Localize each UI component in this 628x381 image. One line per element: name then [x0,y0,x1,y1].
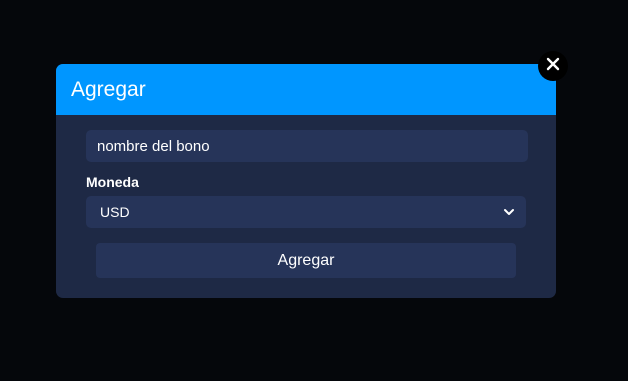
close-button[interactable] [538,51,568,81]
close-icon [546,57,560,76]
currency-selected-value: USD [100,204,130,220]
modal-header: Agregar [56,64,556,115]
add-modal: Agregar Moneda USD Agregar [56,64,556,298]
bond-name-input[interactable] [86,130,528,162]
currency-label: Moneda [86,174,139,190]
modal-title: Agregar [71,77,146,101]
add-button[interactable]: Agregar [96,243,516,278]
chevron-down-icon [503,206,515,218]
currency-select[interactable]: USD [86,196,526,228]
